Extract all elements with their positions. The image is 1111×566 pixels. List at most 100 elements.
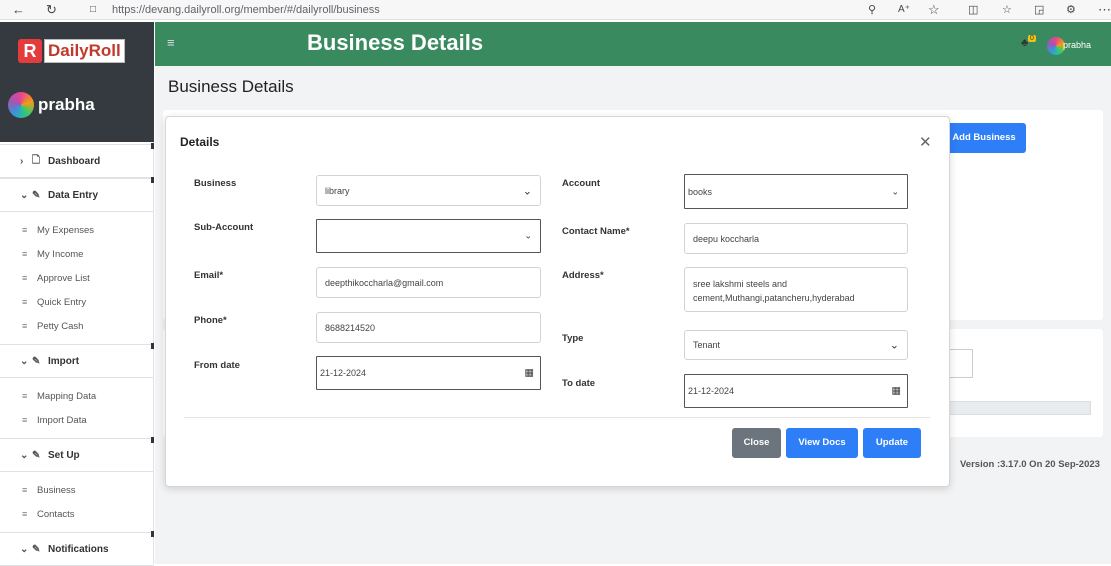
to-date-label: To date: [562, 378, 596, 389]
sidebar-item-label: Approve List: [37, 272, 90, 284]
chevron-down-icon: ⌄: [20, 449, 29, 461]
logo-mark: R: [18, 39, 42, 63]
list-icon: ≡: [22, 415, 28, 425]
sidebar-item-label: Quick Entry: [37, 296, 87, 308]
divider: [151, 143, 154, 149]
account-label: Account: [562, 178, 600, 189]
sub-account-select[interactable]: ⌄: [316, 219, 541, 253]
collections-icon[interactable]: ◲: [1034, 2, 1044, 18]
back-arrow-icon[interactable]: ←: [12, 2, 25, 18]
sidebar-item-import-data[interactable]: ≡ Import Data: [0, 408, 154, 432]
to-date-input[interactable]: 21-12-2024 ▦: [684, 374, 908, 408]
sidebar-item-label: Set Up: [48, 449, 80, 461]
account-select[interactable]: books ⌄: [684, 174, 908, 209]
sidebar-item-label: My Income: [37, 248, 84, 260]
version-text: Version :3.17.0 On 20 Sep-2023: [960, 459, 1100, 470]
list-icon: ≡: [22, 391, 28, 401]
sidebar-item-my-expenses[interactable]: ≡ My Expenses: [0, 218, 154, 242]
pencil-icon: ✎: [32, 543, 41, 555]
sidebar-section-set-up[interactable]: ⌄ ✎ Set Up: [0, 437, 154, 472]
business-value: library: [325, 185, 350, 196]
header-user-name[interactable]: prabha: [1063, 40, 1091, 50]
chevron-right-icon: ›: [20, 155, 24, 167]
favorites-icon[interactable]: ☆: [1002, 2, 1012, 18]
header-title: Business Details: [307, 30, 484, 55]
sidebar-section-notifications[interactable]: ⌄ ✎ Notifications: [0, 531, 154, 566]
list-icon: ≡: [22, 297, 28, 307]
chevron-down-icon: ⌄: [20, 355, 29, 367]
hamburger-icon[interactable]: ≡: [167, 35, 175, 50]
type-value: Tenant: [693, 340, 721, 350]
sidebar-brand-area: R DailyRoll prabha: [0, 22, 154, 142]
business-label: Business: [194, 178, 237, 189]
sidebar-item-quick-entry[interactable]: ≡ Quick Entry: [0, 290, 154, 314]
phone-field[interactable]: 8688214520: [316, 312, 541, 343]
sidebar-item-label: Business: [37, 484, 76, 496]
sidebar-item-label: Mapping Data: [37, 390, 97, 402]
sidebar-section-import[interactable]: ⌄ ✎ Import: [0, 343, 154, 378]
from-date-label: From date: [194, 360, 240, 371]
email-value: deepthikoccharla@gmail.com: [325, 277, 444, 288]
sidebar-item-label: Notifications: [48, 543, 109, 555]
address-textarea[interactable]: sree lakshmi steels and cement,Muthangi,…: [684, 267, 908, 312]
page-title: Business Details: [168, 77, 294, 96]
file-icon: 🗋: [32, 154, 41, 166]
sidebar-item-my-income[interactable]: ≡ My Income: [0, 242, 154, 266]
read-aloud-icon[interactable]: A⁺: [898, 2, 910, 18]
sidebar-item-label: Dashboard: [48, 155, 101, 167]
close-icon[interactable]: ✕: [919, 133, 932, 151]
modal-footer-divider: [184, 417, 930, 418]
sidebar-user-name: prabha: [38, 95, 95, 114]
sidebar-item-approve-list[interactable]: ≡ Approve List: [0, 266, 154, 290]
table-scrollbar[interactable]: [935, 401, 1091, 415]
refresh-icon[interactable]: ↻: [46, 2, 57, 18]
type-label: Type: [562, 333, 584, 344]
lock-icon[interactable]: □: [90, 2, 96, 18]
calendar-icon[interactable]: ▦: [525, 368, 534, 379]
sub-account-label: Sub-Account: [194, 222, 254, 233]
sidebar-item-dashboard[interactable]: › 🗋 Dashboard: [0, 143, 154, 178]
address-bar[interactable]: https://devang.dailyroll.org/member/#/da…: [112, 2, 380, 18]
favorite-star-icon[interactable]: ☆: [928, 2, 940, 18]
type-select[interactable]: Tenant ⌄: [684, 330, 908, 360]
address-label: Address*: [562, 270, 604, 281]
zoom-icon[interactable]: ⚲: [868, 2, 876, 18]
chevron-down-icon: ⌄: [20, 189, 29, 201]
avatar: [8, 92, 34, 118]
list-icon: ≡: [22, 249, 28, 259]
chevron-down-icon: ⌄: [524, 230, 532, 241]
sidebar-item-label: Import Data: [37, 414, 87, 426]
extension-icon[interactable]: ⚙: [1066, 2, 1076, 18]
from-date-input[interactable]: 21-12-2024 ▦: [316, 356, 541, 390]
split-screen-icon[interactable]: ◫: [968, 2, 978, 18]
pencil-icon: ✎: [32, 189, 41, 201]
sidebar: R DailyRoll prabha › 🗋 Dashboard ⌄ ✎ Dat…: [0, 22, 154, 566]
phone-label: Phone*: [194, 315, 227, 326]
update-button[interactable]: Update: [863, 428, 921, 458]
chevron-down-icon: ⌄: [522, 185, 532, 197]
business-select[interactable]: library ⌄: [316, 175, 541, 206]
sidebar-item-mapping-data[interactable]: ≡ Mapping Data: [0, 384, 154, 408]
contact-name-field[interactable]: deepu koccharla: [684, 223, 908, 254]
browser-toolbar: ← ↻ □ https://devang.dailyroll.org/membe…: [0, 0, 1111, 20]
list-icon: ≡: [22, 321, 28, 331]
sidebar-item-contacts[interactable]: ≡ Contacts: [0, 502, 154, 526]
dailyroll-logo[interactable]: R DailyRoll: [18, 38, 138, 64]
sidebar-item-business[interactable]: ≡ Business: [0, 478, 154, 502]
sidebar-section-data-entry[interactable]: ⌄ ✎ Data Entry: [0, 177, 154, 212]
divider: [151, 177, 154, 183]
email-field[interactable]: deepthikoccharla@gmail.com: [316, 267, 541, 298]
view-docs-button[interactable]: View Docs: [786, 428, 858, 458]
top-header: ≡ Business Details ♣ 0 prabha: [155, 22, 1111, 66]
close-button[interactable]: Close: [732, 428, 781, 458]
sidebar-user[interactable]: prabha: [8, 92, 95, 118]
logo-text: DailyRoll: [44, 39, 125, 63]
add-business-button[interactable]: Add Business: [942, 123, 1026, 153]
sidebar-item-petty-cash[interactable]: ≡ Petty Cash: [0, 314, 154, 338]
chevron-down-icon: ⌄: [891, 186, 899, 196]
list-icon: ≡: [22, 225, 28, 235]
calendar-icon[interactable]: ▦: [892, 386, 901, 397]
more-icon[interactable]: ⋯: [1098, 2, 1111, 18]
sidebar-item-label: My Expenses: [37, 224, 95, 236]
email-label: Email*: [194, 270, 224, 281]
